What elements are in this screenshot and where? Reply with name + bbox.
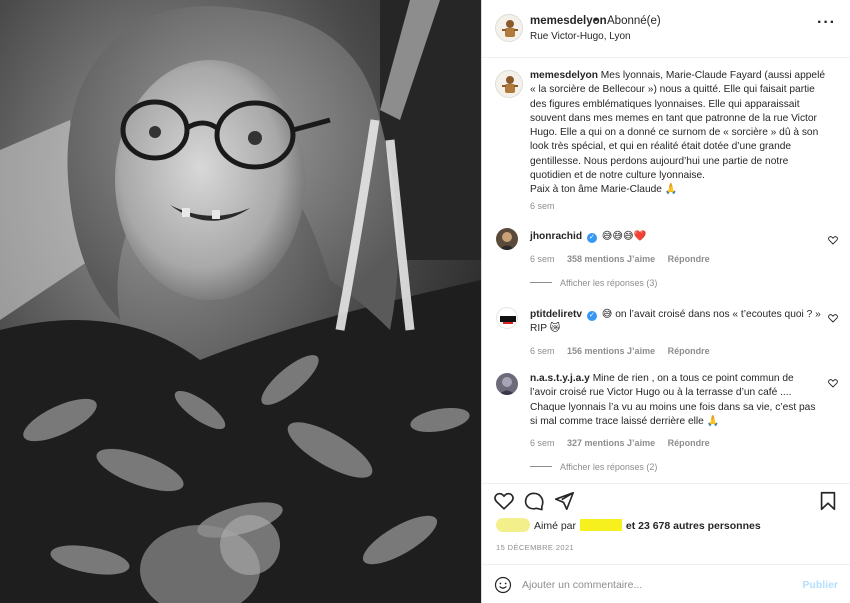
replies-line [530, 282, 552, 283]
likes-suffix: et 23 678 autres personnes [625, 520, 761, 532]
post-photo[interactable] [0, 0, 481, 603]
comment-text: n.a.s.t.y.j.a.y Mine de rien , on a tous… [530, 372, 822, 429]
commenter-username[interactable]: jhonrachid [530, 231, 582, 242]
verified-badge-icon: ✓ [586, 233, 597, 243]
comment-likes[interactable]: 327 mentions J’aime [567, 438, 655, 448]
commenter-username[interactable]: n.a.s.t.y.j.a.y [530, 373, 590, 384]
caption-signoff: Paix à ton âme Marie-Claude 🙏 [530, 184, 678, 196]
post-header: memesdelyon • Abonné(e) Rue Victor-Hugo,… [482, 0, 850, 58]
caption-avatar[interactable] [495, 70, 523, 98]
likes-summary[interactable]: Aimé par et 23 678 autres personnes [496, 518, 761, 532]
separator-dot: • [594, 14, 598, 26]
share-send-icon[interactable] [553, 490, 575, 512]
comment-text: jhonrachid ✓ 😅😅😅❤️ [530, 230, 822, 244]
comment-meta: 6 sem 327 mentions J’aime Répondre [530, 438, 710, 448]
replies-line [530, 466, 552, 467]
comment-age: 6 sem [530, 438, 555, 448]
publish-button[interactable]: Publier [802, 579, 838, 591]
comment-meta: 6 sem 156 mentions J’aime Répondre [530, 346, 710, 356]
comment-meta: 6 sem 358 mentions J’aime Répondre [530, 254, 710, 264]
like-comment-heart-icon[interactable] [828, 235, 838, 245]
commenter-avatar[interactable] [496, 307, 518, 329]
likes-prefix: Aimé par [534, 520, 577, 532]
caption-username[interactable]: memesdelyon [530, 70, 598, 81]
view-replies-label: Afficher les réponses (2) [560, 462, 658, 472]
comment-input[interactable] [522, 576, 782, 594]
post-panel: memesdelyon • Abonné(e) Rue Victor-Hugo,… [481, 0, 850, 603]
comment-age: 6 sem [530, 346, 555, 356]
caption-age: 6 sem [530, 201, 555, 211]
reply-button[interactable]: Répondre [668, 346, 710, 356]
view-replies-label: Afficher les réponses (3) [560, 278, 658, 288]
view-replies-button[interactable]: Afficher les réponses (3) [530, 278, 657, 288]
commenter-avatar[interactable] [496, 228, 518, 250]
post-date: 15 DÉCEMBRE 2021 [496, 543, 575, 552]
author-avatar[interactable] [495, 14, 523, 42]
like-comment-heart-icon[interactable] [828, 378, 838, 388]
commenter-avatar[interactable] [496, 373, 518, 395]
comments-list[interactable]: memesdelyon Mes lyonnais, Marie-Claude F… [482, 58, 850, 483]
emoji-smile-icon[interactable] [494, 576, 512, 594]
add-comment-bar: Publier [482, 564, 850, 603]
comment-likes[interactable]: 156 mentions J’aime [567, 346, 655, 356]
post-actions: Aimé par et 23 678 autres personnes 15 D… [482, 483, 850, 603]
follow-status-button[interactable]: Abonné(e) [607, 15, 661, 27]
comment-likes[interactable]: 358 mentions J’aime [567, 254, 655, 264]
more-dots-icon[interactable]: ··· [817, 14, 836, 32]
verified-badge-icon: ✓ [586, 311, 597, 321]
redacted-username [579, 519, 622, 531]
comment-bubble-icon[interactable] [523, 490, 545, 512]
commenter-username[interactable]: ptitdeliretv [530, 309, 582, 320]
reply-button[interactable]: Répondre [668, 438, 710, 448]
view-replies-button[interactable]: Afficher les réponses (2) [530, 462, 657, 472]
like-comment-heart-icon[interactable] [828, 313, 838, 323]
post-photo-image [0, 0, 481, 603]
caption-text: memesdelyon Mes lyonnais, Marie-Claude F… [530, 69, 830, 198]
post-location[interactable]: Rue Victor-Hugo, Lyon [530, 31, 631, 42]
comment-body: 😅😅😅❤️ [601, 231, 647, 242]
comment-age: 6 sem [530, 254, 555, 264]
comment-text: ptitdeliretv ✓ 😅 on l’avait croisé dans … [530, 308, 822, 337]
likers-avatars-redacted [496, 518, 530, 532]
like-heart-icon[interactable] [493, 490, 515, 512]
reply-button[interactable]: Répondre [668, 254, 710, 264]
caption-body: Mes lyonnais, Marie-Claude Fayard (aussi… [530, 70, 826, 182]
bookmark-save-icon[interactable] [817, 490, 839, 512]
